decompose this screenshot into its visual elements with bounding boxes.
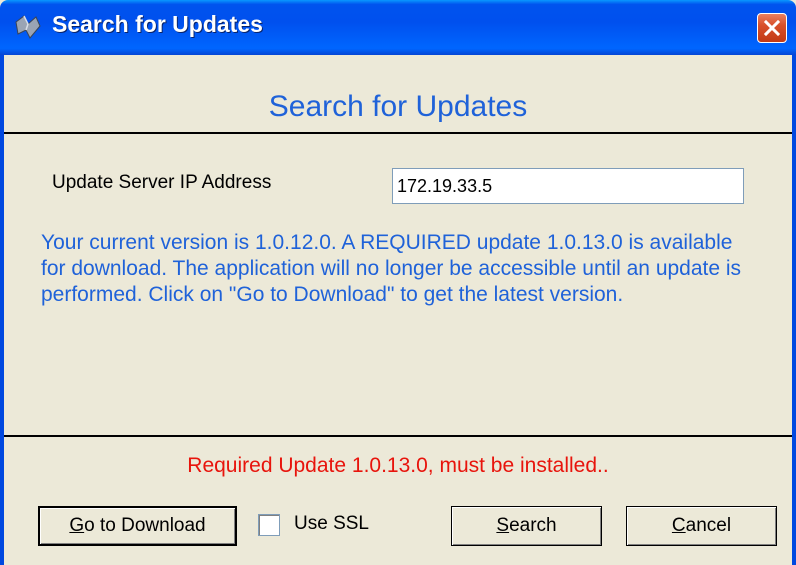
status-message: Required Update 1.0.13.0, must be instal… [187,454,609,477]
divider [4,435,792,437]
title-bar[interactable]: Search for Updates [0,0,796,55]
cancel-button[interactable]: Cancel [626,506,777,546]
download-mnemonic: G [69,515,85,536]
cancel-label: ancel [685,515,732,536]
go-to-download-button[interactable]: Go to Download [38,506,237,546]
search-label: earch [509,515,557,536]
close-button[interactable] [757,13,787,43]
window-title: Search for Updates [52,11,263,37]
use-ssl-checkbox[interactable] [258,514,280,536]
dialog-heading: Search for Updates [268,90,528,123]
close-icon [764,20,780,36]
app-icon [15,15,41,39]
search-mnemonic: S [496,515,510,536]
cancel-mnemonic: C [671,515,686,536]
search-for-updates-dialog: Search for Updates Search for Updates Up… [0,0,796,565]
search-button[interactable]: Search [451,506,602,546]
server-ip-label: Update Server IP Address [52,172,272,193]
server-ip-input[interactable] [392,168,744,204]
update-message: Your current version is 1.0.12.0. A REQU… [41,231,742,306]
window-frame-right [792,55,796,565]
use-ssl-label: Use SSL [294,513,369,534]
download-label: o to Download [84,515,206,536]
header-panel: Search for Updates [4,55,792,134]
